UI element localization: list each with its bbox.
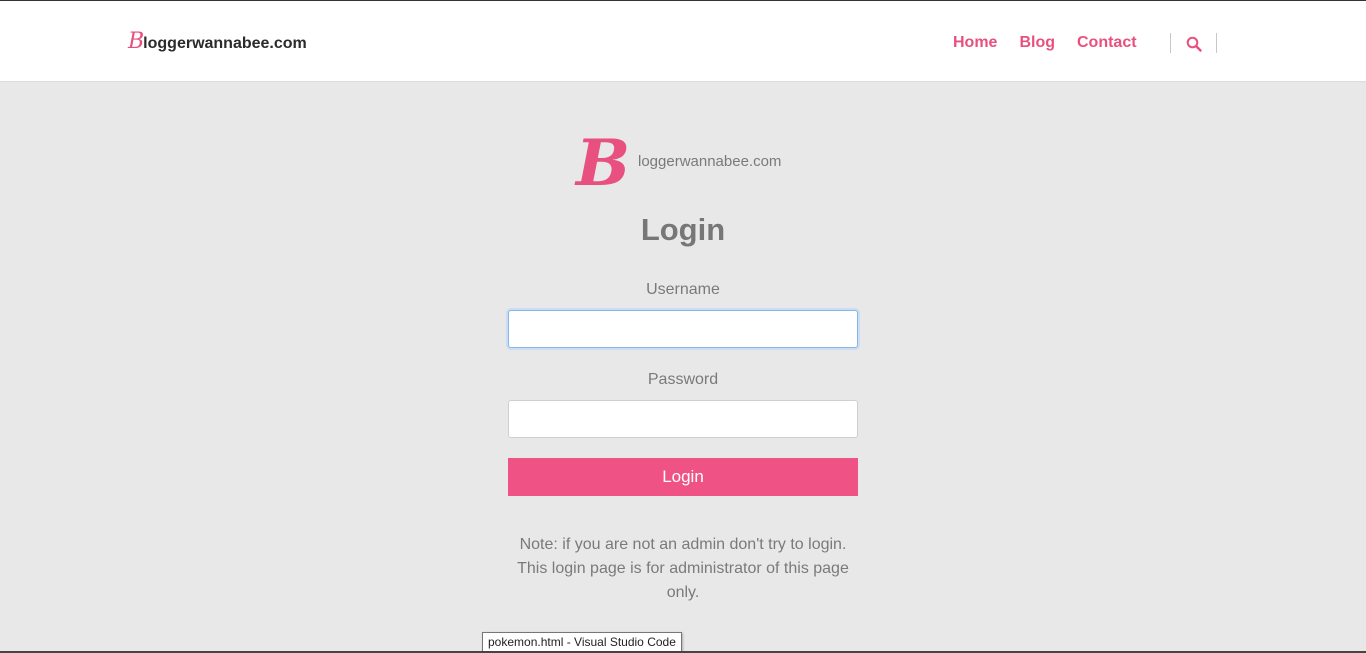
nav-blog-link[interactable]: Blog xyxy=(1019,34,1055,52)
username-input[interactable] xyxy=(508,310,858,348)
login-heading: Login xyxy=(640,212,726,247)
login-button[interactable]: Login xyxy=(508,458,858,496)
brand-name: loggerwannabee.com xyxy=(143,35,307,52)
nav-divider-left xyxy=(1170,33,1171,53)
site-header: B loggerwannabee.com Home Blog Contact xyxy=(0,1,1366,82)
site-brand-link[interactable]: B loggerwannabee.com xyxy=(128,31,307,53)
brand-logo-initial: B xyxy=(128,29,145,54)
admin-note: Note: if you are not an admin don't try … xyxy=(517,536,849,601)
nav-contact-link[interactable]: Contact xyxy=(1077,34,1137,52)
password-input[interactable] xyxy=(508,400,858,438)
login-logo-name: loggerwannabee.com xyxy=(638,153,782,170)
password-label: Password xyxy=(647,371,719,388)
nav-divider-right xyxy=(1216,33,1217,53)
login-logo: B loggerwannabee.com xyxy=(576,126,782,201)
main-nav: Home Blog Contact xyxy=(953,34,1137,52)
username-label: Username xyxy=(646,281,720,298)
search-icon[interactable] xyxy=(1186,36,1202,52)
taskbar-tooltip: pokemon.html - Visual Studio Code xyxy=(482,632,682,652)
nav-home-link[interactable]: Home xyxy=(953,34,997,52)
login-logo-initial: B xyxy=(576,126,631,201)
